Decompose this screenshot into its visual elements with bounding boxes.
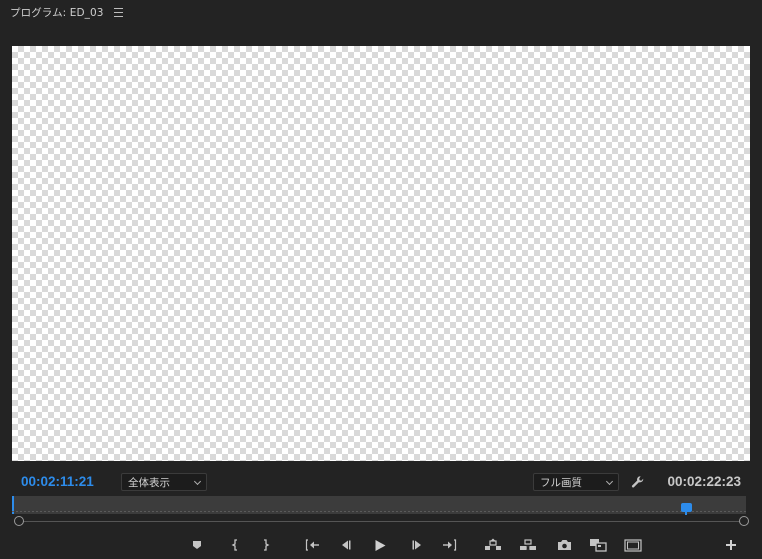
playhead[interactable] xyxy=(681,503,692,515)
panel-title[interactable]: プログラム: ED_03 xyxy=(10,5,104,20)
add-marker-icon[interactable] xyxy=(186,536,208,554)
ruler-ticks xyxy=(12,511,746,512)
comparison-view-icon[interactable] xyxy=(587,536,609,554)
playback-resolution-value: フル画質 xyxy=(540,476,582,489)
current-timecode[interactable]: 00:02:11:21 xyxy=(21,474,94,489)
mark-out-icon[interactable] xyxy=(255,536,277,554)
zoom-level-select[interactable]: 全体表示 xyxy=(121,473,207,491)
time-ruler[interactable] xyxy=(12,496,746,515)
program-monitor-viewer[interactable] xyxy=(12,46,750,461)
zoom-handle-right[interactable] xyxy=(739,516,749,526)
step-back-icon[interactable] xyxy=(335,536,357,554)
chevron-down-icon xyxy=(193,477,202,486)
go-to-out-icon[interactable] xyxy=(439,536,461,554)
safe-margins-icon[interactable] xyxy=(622,536,644,554)
button-editor-plus-icon[interactable] xyxy=(720,536,742,554)
go-to-in-icon[interactable] xyxy=(301,536,323,554)
play-icon[interactable] xyxy=(369,536,391,554)
zoom-level-value: 全体表示 xyxy=(128,476,170,489)
wrench-icon[interactable] xyxy=(631,474,645,488)
camera-icon[interactable] xyxy=(553,536,575,554)
extract-icon[interactable] xyxy=(517,536,539,554)
zoom-scroll-bar[interactable] xyxy=(18,521,744,522)
hamburger-icon[interactable] xyxy=(113,7,123,17)
duration-timecode: 00:02:22:23 xyxy=(667,474,741,489)
panel-header: プログラム: ED_03 xyxy=(0,0,762,24)
zoom-handle-left[interactable] xyxy=(14,516,24,526)
mark-in-icon[interactable] xyxy=(224,536,246,554)
playback-resolution-select[interactable]: フル画質 xyxy=(533,473,619,491)
step-forward-icon[interactable] xyxy=(406,536,428,554)
chevron-down-icon xyxy=(605,477,614,486)
lift-icon[interactable] xyxy=(482,536,504,554)
